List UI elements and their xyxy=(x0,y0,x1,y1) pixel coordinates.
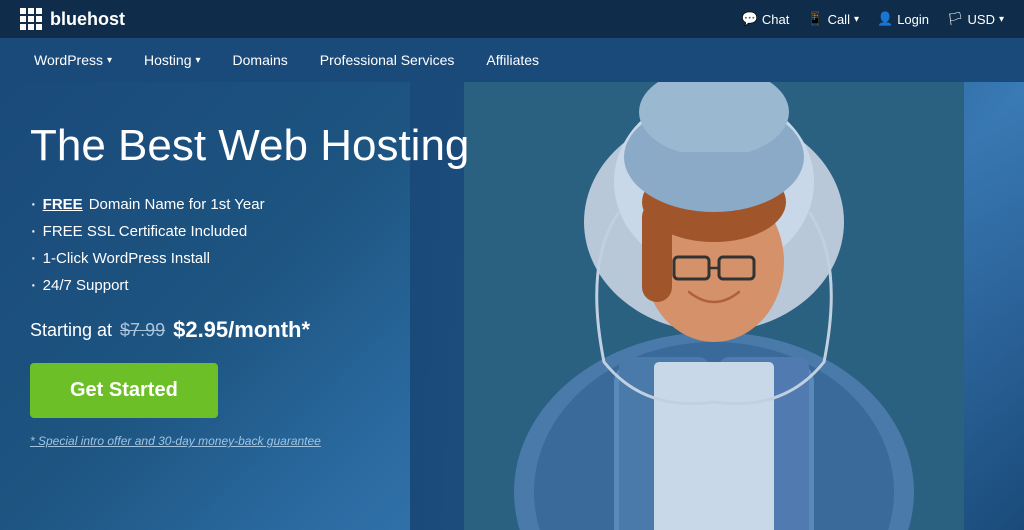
currency-link[interactable]: 🏳 USD ▾ xyxy=(947,11,1004,27)
feature-support: 24/7 Support xyxy=(30,275,469,295)
top-right-nav: 💬 Chat 📱 Call ▾ 👤 Login 🏳 USD ▾ xyxy=(742,11,1004,27)
hero-title: The Best Web Hosting xyxy=(30,122,469,170)
logo-text: bluehost xyxy=(50,9,125,30)
feature-free-label: FREE xyxy=(43,196,83,213)
hero-content: The Best Web Hosting FREE Domain Name fo… xyxy=(30,122,469,450)
login-link[interactable]: 👤 Login xyxy=(877,11,929,27)
price-new: $2.95/month* xyxy=(173,317,310,343)
chat-label: Chat xyxy=(762,12,789,27)
nav-domains[interactable]: Domains xyxy=(219,44,302,76)
nav-wordpress[interactable]: WordPress ▾ xyxy=(20,44,126,76)
feature-ssl: FREE SSL Certificate Included xyxy=(30,221,469,241)
login-icon: 👤 xyxy=(877,11,893,27)
price-old: $7.99 xyxy=(120,320,165,341)
nav-domains-label: Domains xyxy=(233,52,288,68)
nav-hosting-label: Hosting xyxy=(144,52,191,68)
main-nav: WordPress ▾ Hosting ▾ Domains Profession… xyxy=(0,38,1024,82)
hero-person-image xyxy=(464,82,964,530)
nav-hosting[interactable]: Hosting ▾ xyxy=(130,44,215,76)
nav-affiliates-label: Affiliates xyxy=(486,52,539,68)
logo-grid-icon xyxy=(20,8,42,30)
top-bar: bluehost 💬 Chat 📱 Call ▾ 👤 Login 🏳 USD ▾ xyxy=(0,0,1024,38)
currency-caret: ▾ xyxy=(999,14,1004,25)
disclaimer-text[interactable]: * Special intro offer and 30-day money-b… xyxy=(30,434,321,448)
nav-professional-services[interactable]: Professional Services xyxy=(306,44,469,76)
logo[interactable]: bluehost xyxy=(20,8,125,30)
pricing-section: Starting at $7.99 $2.95/month* xyxy=(30,317,469,343)
call-caret: ▾ xyxy=(854,14,859,25)
features-list: FREE Domain Name for 1st Year FREE SSL C… xyxy=(30,194,469,295)
feature-domain: FREE Domain Name for 1st Year xyxy=(30,194,469,214)
pricing-prefix: Starting at xyxy=(30,320,112,341)
feature-support-text: 24/7 Support xyxy=(43,277,129,294)
feature-domain-text: Domain Name for 1st Year xyxy=(89,196,265,213)
get-started-button[interactable]: Get Started xyxy=(30,363,218,418)
nav-wordpress-label: WordPress xyxy=(34,52,103,68)
feature-wordpress: 1-Click WordPress Install xyxy=(30,248,469,268)
feature-wordpress-text: 1-Click WordPress Install xyxy=(43,250,210,267)
chat-icon: 💬 xyxy=(742,11,758,27)
nav-professional-services-label: Professional Services xyxy=(320,52,455,68)
feature-ssl-text: FREE SSL Certificate Included xyxy=(43,223,248,240)
hero-section: The Best Web Hosting FREE Domain Name fo… xyxy=(0,82,1024,530)
nav-affiliates[interactable]: Affiliates xyxy=(472,44,553,76)
login-label: Login xyxy=(897,12,929,27)
call-label: Call xyxy=(828,12,850,27)
call-link[interactable]: 📱 Call ▾ xyxy=(807,11,859,27)
call-icon: 📱 xyxy=(807,11,823,27)
currency-label: USD xyxy=(968,12,995,27)
currency-icon: 🏳 xyxy=(947,11,964,27)
hosting-caret-icon: ▾ xyxy=(195,55,200,66)
chat-link[interactable]: 💬 Chat xyxy=(742,11,790,27)
wordpress-caret-icon: ▾ xyxy=(107,55,112,66)
